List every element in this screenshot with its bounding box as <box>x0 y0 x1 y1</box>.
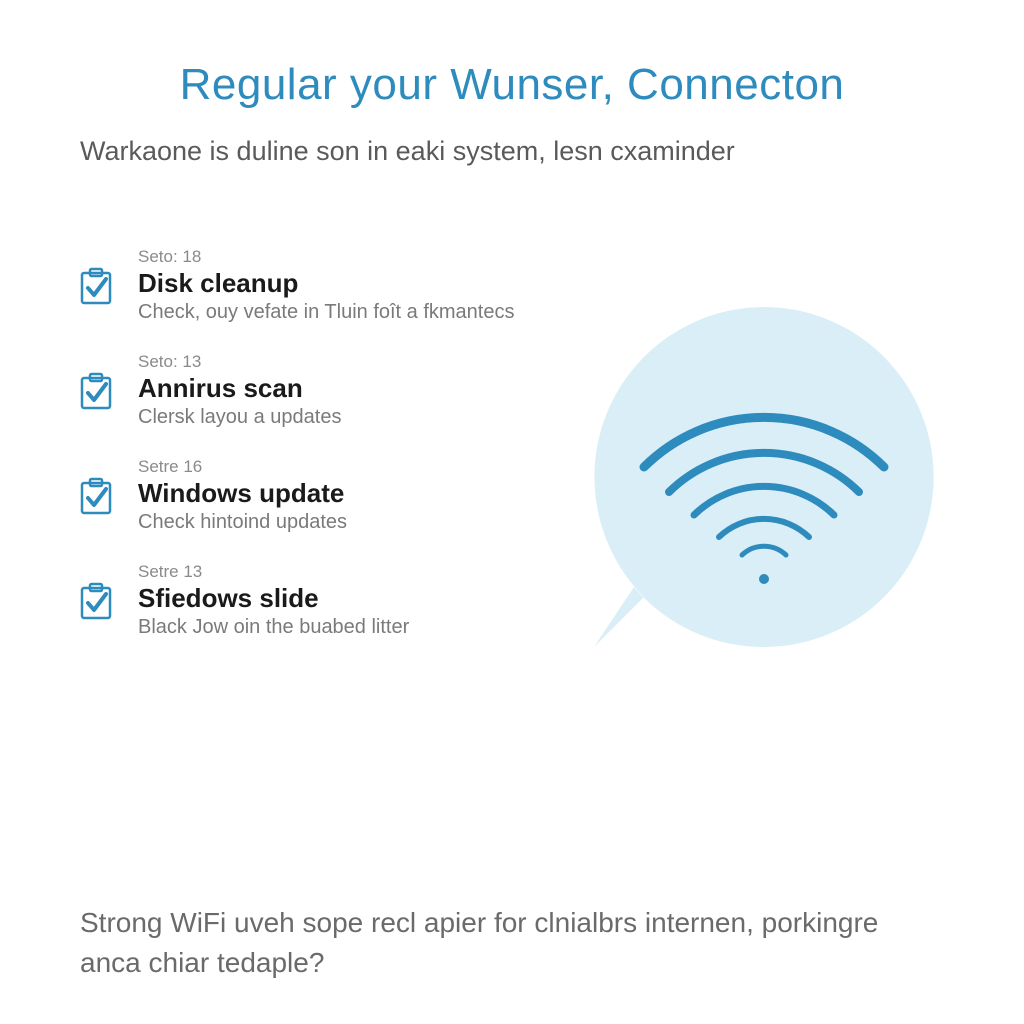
clipboard-check-icon <box>76 475 118 517</box>
task-title: Sfiedows slide <box>138 583 544 614</box>
clipboard-check-icon <box>76 580 118 622</box>
task-desc: Check, ouy vefate in Tluin foît a fkmant… <box>138 301 544 324</box>
page-subtitle: Warkaone is duline son in eaki system, l… <box>70 136 954 167</box>
task-title: Annirus scan <box>138 373 544 404</box>
wifi-graphic <box>574 247 954 853</box>
wifi-speech-bubble <box>574 287 954 667</box>
task-desc: Clersk layou a updates <box>138 406 544 429</box>
clipboard-check-icon <box>76 370 118 412</box>
task-item-sfiedows-slide[interactable]: Setre 13 Sfiedows slide Black Jow oin th… <box>76 562 544 639</box>
clipboard-check-icon <box>76 265 118 307</box>
task-list: Seto: 18 Disk cleanup Check, ouy vefate … <box>70 247 544 853</box>
page-title: Regular your Wunser, Connecton <box>70 60 954 110</box>
task-title: Disk cleanup <box>138 268 544 299</box>
task-desc: Check hintoind updates <box>138 511 544 534</box>
task-item-annirus-scan[interactable]: Seto: 13 Annirus scan Clersk layou a upd… <box>76 352 544 429</box>
task-meta: Seto: 13 <box>138 352 544 372</box>
task-item-windows-update[interactable]: Setre 16 Windows update Check hintoind u… <box>76 457 544 534</box>
task-meta: Setre 13 <box>138 562 544 582</box>
task-title: Windows update <box>138 478 544 509</box>
task-meta: Seto: 18 <box>138 247 544 267</box>
task-meta: Setre 16 <box>138 457 544 477</box>
task-desc: Black Jow oin the buabed litter <box>138 616 544 639</box>
footer-text: Strong WiFi uveh sope recl apier for cln… <box>70 903 954 984</box>
task-item-disk-cleanup[interactable]: Seto: 18 Disk cleanup Check, ouy vefate … <box>76 247 544 324</box>
